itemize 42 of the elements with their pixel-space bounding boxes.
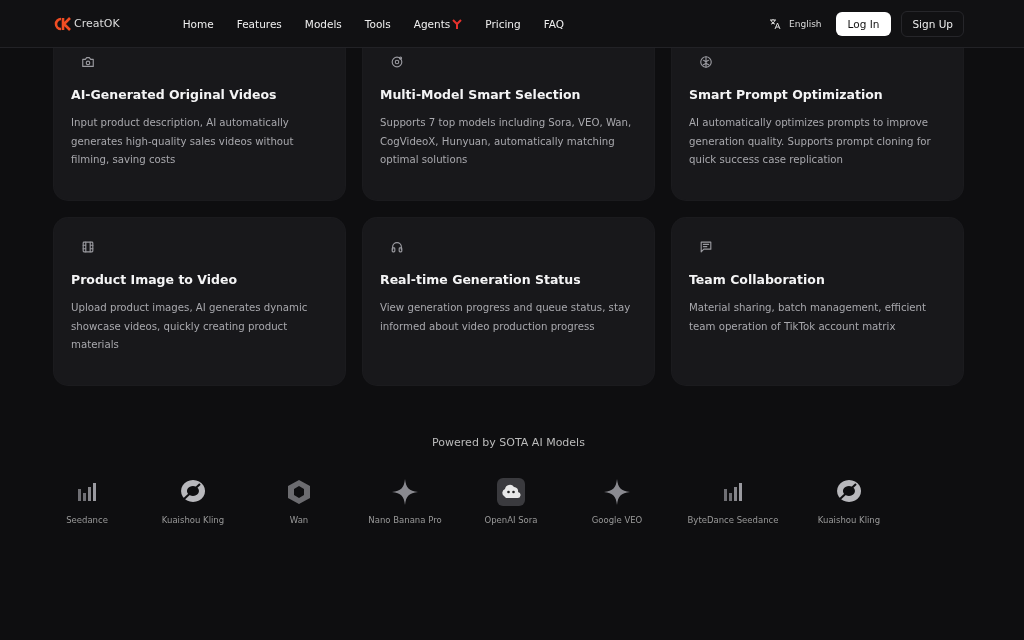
card-description: View generation progress and queue status, stay informed about video production progress — [380, 301, 632, 334]
logo-text[interactable]: CreatOK — [74, 17, 120, 30]
model-name: Nano Banana Pro — [368, 515, 442, 525]
cloud-icon — [496, 477, 526, 507]
card-description: Input product description, AI automatically generates high-quality sales videos without filming, saving costs — [71, 116, 295, 167]
nav-link[interactable]: Pricing — [485, 17, 521, 30]
card-title: Product Image to Video — [71, 272, 239, 287]
headphones-icon — [390, 240, 404, 254]
model-name: Wan — [289, 515, 309, 525]
card-title: Real-time Generation Status — [380, 272, 582, 287]
nav-link[interactable]: Models — [304, 17, 342, 30]
brain-icon — [699, 55, 713, 69]
card-description: Material sharing, batch management, efficient team operation of TikTok account matrix — [689, 301, 928, 334]
nav-link[interactable]: FAQ — [543, 17, 564, 30]
section-heading: Powered by SOTA AI Models — [431, 436, 586, 449]
card-title: Multi-Model Smart Selection — [380, 87, 582, 102]
model-name: ByteDance Seedance — [687, 515, 779, 525]
card-description: AI automatically optimizes prompts to improve generation quality. Supports prompt cloning for quick success case replication — [689, 116, 932, 167]
fork-icon — [452, 18, 463, 29]
model-name: Kuaishou Kling — [817, 515, 881, 525]
card-description: Supports 7 top models including Sora, VEO, Wan, CogVideoX, Hunyuan, automatically matching optimal solutions — [380, 116, 633, 167]
card-title: Team Collaboration — [689, 272, 826, 287]
nav-link[interactable]: Tools — [364, 17, 391, 30]
login-button[interactable]: Log In — [835, 11, 892, 36]
nav-link[interactable]: Features — [236, 17, 282, 30]
orbit-icon — [390, 55, 404, 69]
language-selector[interactable]: English — [789, 18, 822, 29]
model-name: Kuaishou Kling — [161, 515, 225, 525]
nav-link[interactable]: Home — [182, 17, 214, 30]
signup-button[interactable]: Sign Up — [901, 10, 964, 37]
nav-link[interactable]: Agents — [413, 17, 463, 30]
card-title: AI-Generated Original Videos — [71, 87, 278, 102]
model-name: Seedance — [66, 515, 108, 525]
model-name: Google VEO — [591, 515, 643, 525]
model-name: OpenAI Sora — [484, 515, 538, 525]
card-description: Upload product images, AI generates dynamic showcase videos, quickly creating product materials — [71, 301, 309, 352]
card-title: Smart Prompt Optimization — [689, 87, 884, 102]
translate-icon[interactable] — [769, 17, 782, 30]
camera-icon — [81, 55, 95, 69]
message-icon — [699, 240, 713, 254]
logo-icon[interactable] — [54, 16, 71, 31]
film-icon — [81, 240, 95, 254]
